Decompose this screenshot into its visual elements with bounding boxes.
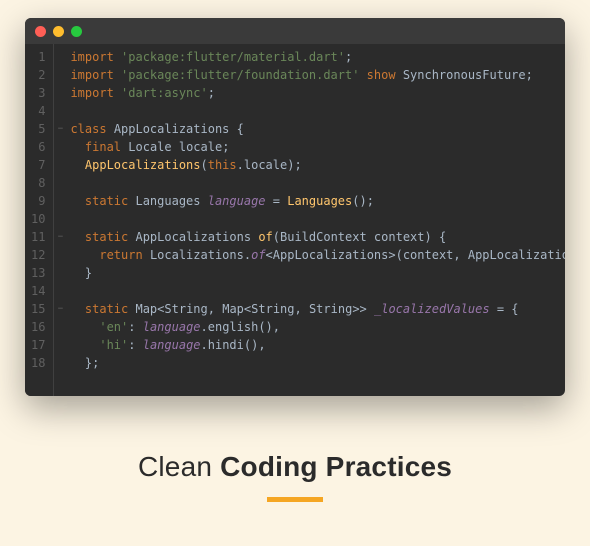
fold-marker[interactable]: − — [54, 228, 66, 246]
code-line — [70, 102, 565, 120]
line-number: 3 — [31, 84, 45, 102]
line-number: 14 — [31, 282, 45, 300]
line-number: 13 — [31, 264, 45, 282]
line-number: 5 — [31, 120, 45, 138]
line-number: 17 — [31, 336, 45, 354]
close-icon[interactable] — [35, 26, 46, 37]
line-number: 15 — [31, 300, 45, 318]
code-line: static Languages language = Languages(); — [70, 192, 565, 210]
fold-marker — [54, 66, 66, 84]
fold-marker — [54, 48, 66, 66]
window-titlebar — [25, 18, 565, 44]
code-content[interactable]: import 'package:flutter/material.dart';i… — [66, 44, 565, 396]
fold-column: − − − — [54, 44, 66, 396]
fold-marker — [54, 210, 66, 228]
fold-marker — [54, 174, 66, 192]
code-line: AppLocalizations(this.locale); — [70, 156, 565, 174]
fold-marker — [54, 156, 66, 174]
code-line: final Locale locale; — [70, 138, 565, 156]
code-line — [70, 282, 565, 300]
caption-bold: Coding Practices — [220, 451, 452, 482]
code-area: 123456789101112131415161718 −−− import '… — [25, 44, 565, 396]
fold-marker[interactable]: − — [54, 120, 66, 138]
line-number: 10 — [31, 210, 45, 228]
code-line: import 'package:flutter/foundation.dart'… — [70, 66, 565, 84]
code-line: 'hi': language.hindi(), — [70, 336, 565, 354]
line-number: 8 — [31, 174, 45, 192]
fold-marker — [54, 192, 66, 210]
line-number: 11 — [31, 228, 45, 246]
fold-marker — [54, 84, 66, 102]
code-line: import 'dart:async'; — [70, 84, 565, 102]
line-number: 16 — [31, 318, 45, 336]
fold-marker — [54, 102, 66, 120]
fold-marker — [54, 318, 66, 336]
line-number: 12 — [31, 246, 45, 264]
code-line — [70, 174, 565, 192]
caption-underline — [267, 497, 323, 502]
line-number: 2 — [31, 66, 45, 84]
fold-marker — [54, 354, 66, 372]
fold-marker — [54, 138, 66, 156]
code-line: return Localizations.of<AppLocalizations… — [70, 246, 565, 264]
fold-marker — [54, 282, 66, 300]
caption: Clean Coding Practices — [138, 451, 452, 483]
code-line: } — [70, 264, 565, 282]
line-number: 6 — [31, 138, 45, 156]
code-line: 'en': language.english(), — [70, 318, 565, 336]
code-line: static AppLocalizations of(BuildContext … — [70, 228, 565, 246]
code-line: }; — [70, 354, 565, 372]
zoom-icon[interactable] — [71, 26, 82, 37]
fold-marker — [54, 264, 66, 282]
line-number: 18 — [31, 354, 45, 372]
code-line — [70, 210, 565, 228]
caption-light: Clean — [138, 451, 220, 482]
code-line: class AppLocalizations { — [70, 120, 565, 138]
fold-marker[interactable]: − — [54, 300, 66, 318]
line-number: 9 — [31, 192, 45, 210]
fold-marker — [54, 246, 66, 264]
minimize-icon[interactable] — [53, 26, 64, 37]
code-editor-window: 123456789101112131415161718 −−− import '… — [25, 18, 565, 396]
line-number: 4 — [31, 102, 45, 120]
code-line: static Map<String, Map<String, String>> … — [70, 300, 565, 318]
code-line: import 'package:flutter/material.dart'; — [70, 48, 565, 66]
line-number: 1 — [31, 48, 45, 66]
fold-marker — [54, 336, 66, 354]
line-number: 7 — [31, 156, 45, 174]
line-number-gutter: 123456789101112131415161718 — [25, 44, 54, 396]
